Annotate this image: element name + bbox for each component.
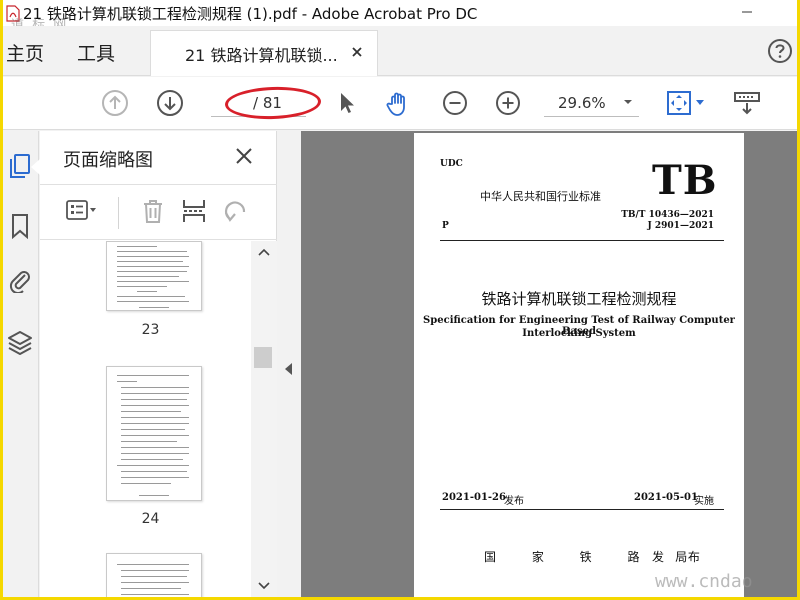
toolbar-separator bbox=[118, 197, 119, 229]
standard-type: 中华人民共和国行业标准 bbox=[480, 190, 601, 203]
chevron-down-icon[interactable] bbox=[623, 97, 633, 107]
pointer-icon[interactable] bbox=[333, 89, 361, 117]
scrollbar-thumb[interactable] bbox=[254, 347, 272, 368]
minimize-button[interactable] bbox=[737, 2, 757, 22]
document-tab[interactable]: 21 铁路计算机联锁... bbox=[150, 30, 378, 76]
issue-date: 2021-01-26 bbox=[442, 492, 506, 503]
thumbnail-list: 23 24 bbox=[40, 241, 277, 597]
implementation-label: 实施 bbox=[694, 496, 714, 507]
fit-page-dropdown-icon[interactable] bbox=[695, 99, 705, 107]
document-viewer[interactable]: UDC 中华人民共和国行业标准 TB P TB/T 10436—2021 J 2… bbox=[301, 131, 797, 597]
standard-code: TB/T 10436—2021 bbox=[621, 210, 714, 220]
hand-icon[interactable] bbox=[384, 89, 412, 117]
implementation-date: 2021-05-01 bbox=[634, 492, 698, 503]
menu-home[interactable]: 主页 bbox=[6, 39, 44, 66]
down-arrow-icon[interactable] bbox=[156, 89, 184, 117]
close-panel-icon[interactable] bbox=[234, 146, 254, 166]
left-rail bbox=[3, 131, 40, 597]
thumbnail-label: 24 bbox=[141, 511, 160, 527]
menu-tools[interactable]: 工具 bbox=[77, 39, 115, 66]
p-label: P bbox=[442, 221, 449, 231]
menu-tab-bar: 主页 工具 21 铁路计算机联锁... bbox=[3, 26, 797, 76]
rail-active-indicator bbox=[31, 159, 40, 175]
scroll-mode-icon[interactable] bbox=[733, 89, 761, 117]
collapse-panel-icon[interactable] bbox=[285, 363, 293, 375]
page-thumbnails-icon[interactable] bbox=[7, 153, 33, 179]
main-toolbar: / 81 29.6% bbox=[3, 77, 797, 130]
up-arrow-icon[interactable] bbox=[101, 89, 129, 117]
acrobat-window: 21 铁路计算机联锁工程检测规程 (1).pdf - Adobe Acrobat… bbox=[3, 0, 797, 597]
scroll-down-icon[interactable] bbox=[257, 581, 271, 591]
panel-collapse-strip bbox=[277, 131, 301, 597]
document-title-en-line2: Interlocking System bbox=[522, 328, 636, 339]
tb-mark: TB bbox=[652, 157, 718, 204]
rotate-page-icon[interactable] bbox=[222, 197, 250, 225]
panel-toolbar bbox=[40, 184, 277, 240]
publish-label: 发 布 bbox=[652, 550, 710, 564]
delete-page-icon[interactable] bbox=[139, 197, 167, 225]
zoom-out-icon[interactable] bbox=[441, 89, 469, 117]
help-icon[interactable] bbox=[767, 38, 793, 64]
document-tab-label: 21 铁路计算机联锁... bbox=[185, 45, 338, 65]
pdf-page: UDC 中华人民共和国行业标准 TB P TB/T 10436—2021 J 2… bbox=[414, 133, 744, 597]
thumbnail-scrollbar[interactable] bbox=[251, 241, 277, 597]
window-title: 21 铁路计算机联锁工程检测规程 (1).pdf - Adobe Acrobat… bbox=[23, 4, 478, 23]
options-menu-icon[interactable] bbox=[66, 197, 96, 225]
panel-title: 页面缩略图 bbox=[63, 150, 153, 171]
document-title-cn: 铁路计算机联锁工程检测规程 bbox=[481, 290, 677, 308]
page-thumbnails-panel: 页面缩略图 23 24 bbox=[40, 131, 277, 597]
record-code: J 2901—2021 bbox=[647, 221, 715, 231]
thumbnail-label: 23 bbox=[141, 322, 160, 338]
close-tab-icon[interactable] bbox=[349, 44, 365, 60]
zoom-select[interactable]: 29.6% bbox=[544, 91, 639, 117]
bookmark-icon[interactable] bbox=[7, 213, 33, 239]
thumbnail-page-23[interactable] bbox=[106, 241, 202, 311]
thumbnail-page-24[interactable] bbox=[106, 366, 202, 501]
extract-page-icon[interactable] bbox=[180, 197, 208, 225]
watermark-bottom-right: www.cndao bbox=[655, 571, 753, 592]
udc-label: UDC bbox=[440, 159, 463, 169]
footer-rule bbox=[440, 509, 724, 510]
scroll-up-icon[interactable] bbox=[257, 247, 271, 257]
zoom-value: 29.6% bbox=[558, 94, 606, 112]
header-rule bbox=[440, 240, 724, 241]
title-bar: 21 铁路计算机联锁工程检测规程 (1).pdf - Adobe Acrobat… bbox=[3, 0, 797, 26]
fit-page-icon[interactable] bbox=[665, 89, 693, 117]
layers-icon[interactable] bbox=[7, 329, 33, 355]
issue-label: 发布 bbox=[504, 496, 524, 507]
attachment-icon[interactable] bbox=[7, 267, 33, 293]
zoom-in-icon[interactable] bbox=[494, 89, 522, 117]
thumbnail-page-25[interactable] bbox=[106, 553, 202, 597]
